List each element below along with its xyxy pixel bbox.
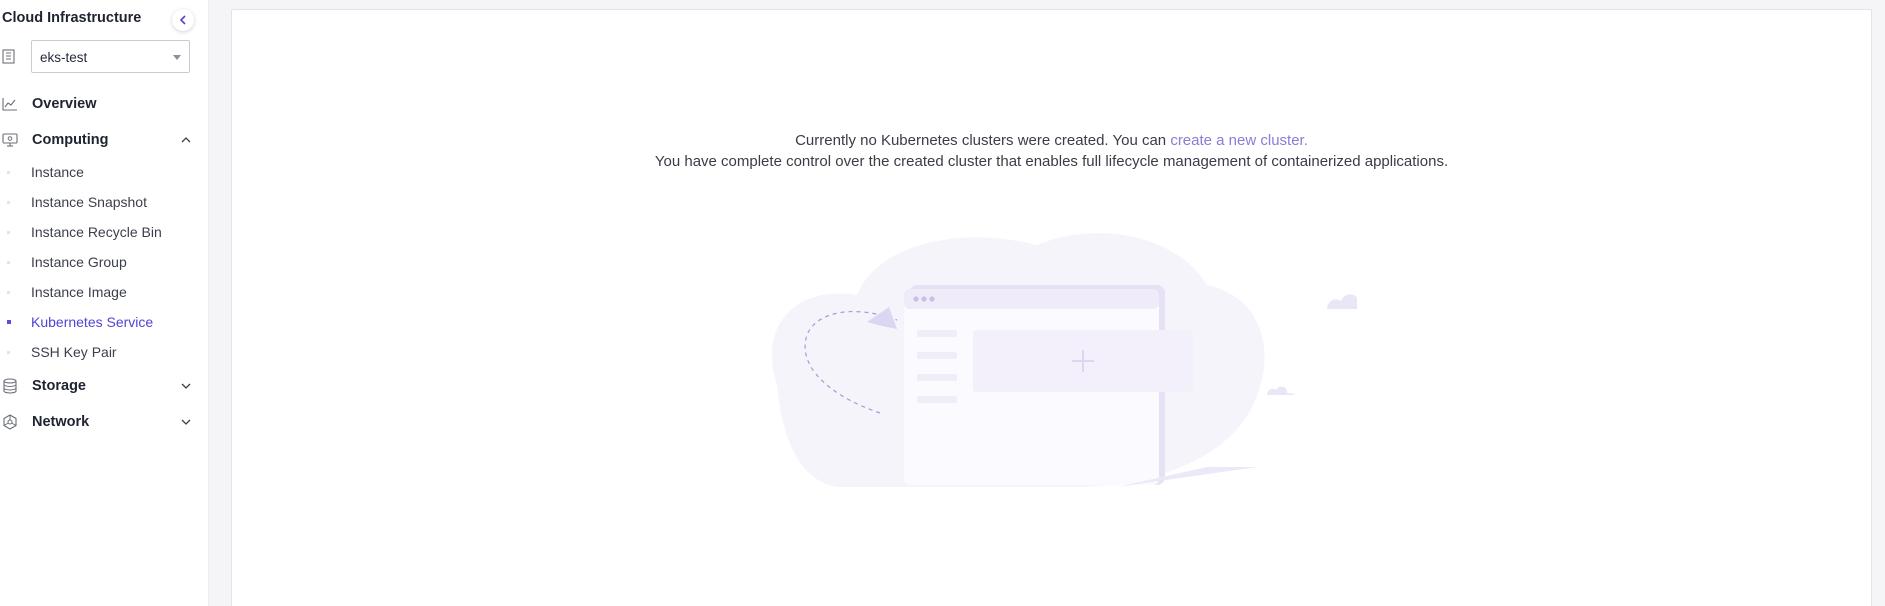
sidebar-item-label: Instance Snapshot — [31, 194, 147, 210]
nav-network-label: Network — [32, 414, 90, 430]
cloud-icon — [1327, 294, 1357, 309]
bullet — [7, 291, 10, 294]
nav-storage-label: Storage — [32, 378, 86, 394]
sidebar-item-label: Instance Recycle Bin — [31, 224, 162, 240]
chart-line-icon — [2, 98, 17, 111]
sidebar: Cloud Infrastructure eks-test Overview C… — [0, 0, 209, 606]
caret-down-icon — [173, 55, 181, 60]
empty-state-message: Currently no Kubernetes clusters were cr… — [232, 130, 1871, 172]
region-row: eks-test — [0, 40, 209, 74]
building-icon — [2, 49, 15, 64]
chevron-left-icon — [179, 15, 186, 25]
chevron-up-icon — [181, 137, 191, 143]
bullet — [7, 351, 10, 354]
nav-storage[interactable]: Storage — [0, 373, 209, 399]
sidebar-item-label: SSH Key Pair — [31, 344, 117, 360]
region-select-value: eks-test — [40, 50, 88, 65]
sidebar-item-instance[interactable]: Instance — [0, 159, 209, 185]
bullet — [7, 261, 10, 264]
sidebar-item-instance-group[interactable]: Instance Group — [0, 249, 209, 275]
bullet — [7, 320, 11, 324]
sidebar-item-label: Instance Image — [31, 284, 127, 300]
create-cluster-link[interactable]: create a new cluster. — [1170, 132, 1308, 149]
sidebar-item-label: Kubernetes Service — [31, 314, 154, 330]
nav-overview-label: Overview — [32, 96, 97, 112]
app-title: Cloud Infrastructure — [2, 10, 142, 26]
sidebar-item-instance-snapshot[interactable]: Instance Snapshot — [0, 189, 209, 215]
database-icon — [3, 378, 17, 394]
sidebar-item-instance-recycle-bin[interactable]: Instance Recycle Bin — [0, 219, 209, 245]
cloud-icon — [1267, 386, 1295, 395]
sidebar-item-instance-image[interactable]: Instance Image — [0, 279, 209, 305]
chevron-down-icon — [181, 383, 191, 389]
bullet — [7, 231, 10, 234]
chevron-down-icon — [181, 419, 191, 425]
sidebar-item-label: Instance Group — [31, 254, 127, 270]
nav-computing[interactable]: Computing — [0, 127, 209, 153]
sidebar-collapse-button[interactable] — [172, 9, 194, 31]
sidebar-header: Cloud Infrastructure — [2, 9, 207, 31]
main-panel: Currently no Kubernetes clusters were cr… — [231, 9, 1872, 606]
empty-state-illustration — [771, 233, 1357, 488]
sidebar-item-kubernetes-service[interactable]: Kubernetes Service — [0, 309, 209, 335]
bullet — [7, 171, 10, 174]
bullet — [7, 201, 10, 204]
nav-computing-label: Computing — [32, 132, 109, 148]
nav-overview[interactable]: Overview — [0, 91, 209, 117]
network-icon — [3, 414, 17, 430]
sidebar-item-label: Instance — [31, 164, 84, 180]
region-select[interactable]: eks-test — [31, 40, 190, 73]
monitor-icon — [2, 133, 18, 147]
empty-state-line-2: You have complete control over the creat… — [654, 153, 1449, 170]
empty-state-line-1: Currently no Kubernetes clusters were cr… — [232, 130, 1871, 151]
sidebar-item-ssh-key-pair[interactable]: SSH Key Pair — [0, 339, 209, 365]
empty-state-text: Currently no Kubernetes clusters were cr… — [795, 132, 1171, 149]
nav-network[interactable]: Network — [0, 409, 209, 435]
